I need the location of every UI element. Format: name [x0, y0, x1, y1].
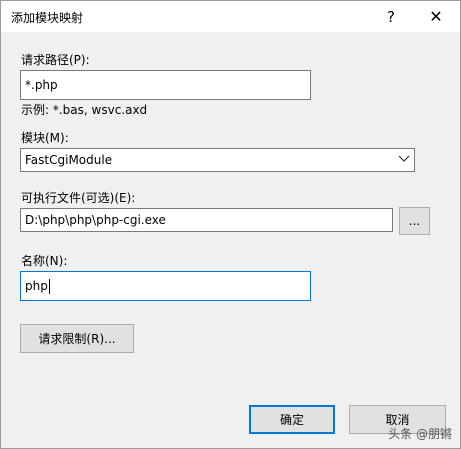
browse-button-label: ... [408, 214, 421, 228]
module-selected-value: FastCgiModule [25, 153, 113, 167]
ok-button-label: 确定 [279, 413, 304, 427]
add-module-mapping-dialog: 添加模块映射 ? ✕ 请求路径(P): *.php 示例: *.bas, wsv… [0, 0, 461, 449]
module-select[interactable]: FastCgiModule [20, 148, 415, 172]
request-path-input[interactable]: *.php [20, 70, 311, 100]
close-button[interactable]: ✕ [414, 1, 458, 32]
dialog-title: 添加模块映射 [11, 11, 84, 25]
text-caret [48, 278, 50, 294]
question-icon: ? [387, 7, 395, 26]
module-label: 模块(M): [21, 131, 69, 145]
executable-value: D:\php\php\php-cgi.exe [25, 213, 166, 227]
help-button[interactable]: ? [369, 1, 413, 32]
request-restrictions-button[interactable]: 请求限制(R)... [20, 324, 134, 353]
name-input[interactable]: php [20, 271, 311, 301]
dialog-body: 请求路径(P): *.php 示例: *.bas, wsvc.axd 模块(M)… [1, 32, 460, 448]
watermark: 头条 @朋锵 [388, 425, 452, 442]
chevron-down-icon [398, 155, 410, 162]
request-path-example: 示例: *.bas, wsvc.axd [21, 103, 148, 117]
ok-button[interactable]: 确定 [249, 405, 335, 434]
title-bar: 添加模块映射 ? ✕ [1, 1, 460, 32]
name-value: php [25, 279, 48, 293]
request-path-label: 请求路径(P): [21, 53, 90, 67]
request-path-value: *.php [25, 78, 58, 92]
executable-label: 可执行文件(可选)(E): [21, 191, 136, 205]
watermark-text: 头条 @朋锵 [388, 427, 452, 441]
browse-button[interactable]: ... [399, 207, 430, 235]
executable-input[interactable]: D:\php\php\php-cgi.exe [20, 208, 393, 232]
close-icon: ✕ [429, 7, 443, 26]
request-restrictions-label: 请求限制(R)... [38, 332, 116, 346]
name-label: 名称(N): [21, 254, 68, 268]
